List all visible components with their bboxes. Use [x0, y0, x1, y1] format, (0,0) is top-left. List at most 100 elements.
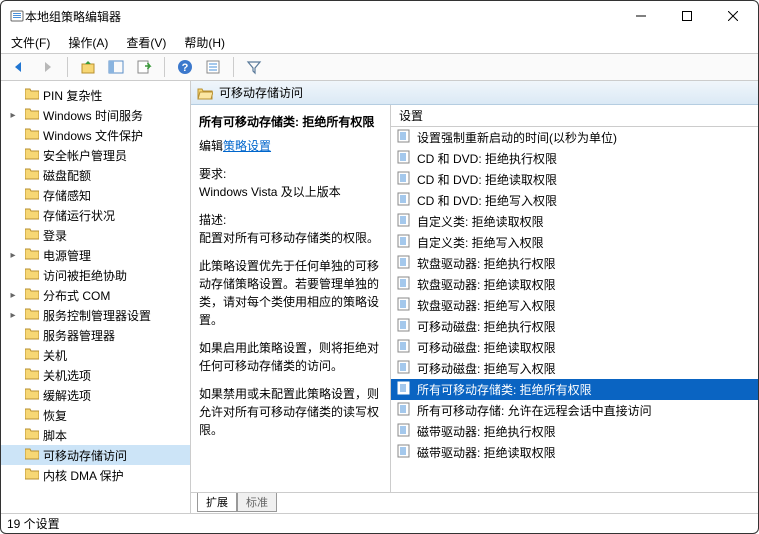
menu-view[interactable]: 查看(V)	[122, 32, 170, 53]
folder-icon	[25, 228, 39, 243]
tree-item-label: 服务控制管理器设置	[43, 307, 151, 324]
list-pane: 设置 设置强制重新启动的时间(以秒为单位)CD 和 DVD: 拒绝执行权限CD …	[391, 105, 758, 492]
requirements-value: Windows Vista 及以上版本	[199, 183, 382, 201]
tree-item[interactable]: 安全帐户管理员	[1, 145, 190, 165]
list-item[interactable]: 可移动磁盘: 拒绝读取权限	[391, 337, 758, 358]
folder-icon	[25, 328, 39, 343]
tree-item-label: 内核 DMA 保护	[43, 467, 124, 484]
folder-icon	[25, 148, 39, 163]
forward-button[interactable]	[35, 55, 59, 79]
policy-list[interactable]: 设置强制重新启动的时间(以秒为单位)CD 和 DVD: 拒绝执行权限CD 和 D…	[391, 127, 758, 492]
expander-icon[interactable]: ▸	[7, 290, 19, 301]
expander-icon[interactable]: ▸	[7, 310, 19, 321]
help-button[interactable]: ?	[173, 55, 197, 79]
content-title: 可移动存储访问	[219, 84, 303, 101]
list-column-header[interactable]: 设置	[391, 105, 758, 127]
tree-item[interactable]: ▸分布式 COM	[1, 285, 190, 305]
tree-item[interactable]: 可移动存储访问	[1, 445, 190, 465]
tree-item[interactable]: 缓解选项	[1, 385, 190, 405]
tree-item[interactable]: Windows 文件保护	[1, 125, 190, 145]
tree-item-label: Windows 文件保护	[43, 127, 143, 144]
description-body: 配置对所有可移动存储类的权限。	[199, 229, 382, 247]
close-button[interactable]	[710, 2, 756, 30]
list-item-label: 自定义类: 拒绝写入权限	[417, 234, 544, 251]
policy-icon	[397, 171, 411, 188]
up-button[interactable]	[76, 55, 100, 79]
menu-action[interactable]: 操作(A)	[64, 32, 112, 53]
tree-item[interactable]: 存储感知	[1, 185, 190, 205]
tree-item[interactable]: 访问被拒绝协助	[1, 265, 190, 285]
list-item-label: 磁带驱动器: 拒绝读取权限	[417, 444, 556, 461]
tree-item[interactable]: ▸ 服务控制管理器设置	[1, 305, 190, 325]
policy-icon	[397, 339, 411, 356]
app-icon	[9, 8, 25, 24]
policy-icon	[397, 297, 411, 314]
list-item[interactable]: 可移动磁盘: 拒绝写入权限	[391, 358, 758, 379]
tree-item-label: 安全帐户管理员	[43, 147, 127, 164]
filter-button[interactable]	[242, 55, 266, 79]
tree-item[interactable]: 服务器管理器	[1, 325, 190, 345]
tree-item-label: 关机	[43, 347, 67, 364]
list-item-label: 设置强制重新启动的时间(以秒为单位)	[417, 129, 617, 146]
policy-icon	[397, 234, 411, 251]
description-pane: 所有可移动存储类: 拒绝所有权限 编辑策略设置 要求: Windows Vist…	[191, 105, 391, 492]
folder-icon	[25, 188, 39, 203]
tree-item[interactable]: 关机选项	[1, 365, 190, 385]
tree-item[interactable]: 内核 DMA 保护	[1, 465, 190, 485]
policy-icon	[397, 192, 411, 209]
tab-standard[interactable]: 标准	[237, 493, 277, 512]
tree-item[interactable]: ▸Windows 时间服务	[1, 105, 190, 125]
list-item[interactable]: 磁带驱动器: 拒绝执行权限	[391, 421, 758, 442]
edit-policy-link[interactable]: 策略设置	[223, 139, 271, 153]
requirements-label: 要求:	[199, 165, 382, 183]
expander-icon[interactable]: ▸	[7, 110, 19, 121]
policy-icon	[397, 213, 411, 230]
list-item[interactable]: 软盘驱动器: 拒绝执行权限	[391, 253, 758, 274]
list-item[interactable]: 设置强制重新启动的时间(以秒为单位)	[391, 127, 758, 148]
tree-item[interactable]: 脚本	[1, 425, 190, 445]
list-item[interactable]: 软盘驱动器: 拒绝写入权限	[391, 295, 758, 316]
menu-help[interactable]: 帮助(H)	[180, 32, 229, 53]
list-item[interactable]: CD 和 DVD: 拒绝读取权限	[391, 169, 758, 190]
list-item[interactable]: CD 和 DVD: 拒绝写入权限	[391, 190, 758, 211]
tree-item-label: 服务器管理器	[43, 327, 115, 344]
tree-item[interactable]: 磁盘配额	[1, 165, 190, 185]
list-item[interactable]: 所有可移动存储类: 拒绝所有权限	[391, 379, 758, 400]
toolbar: ?	[1, 53, 758, 81]
app-window: 本地组策略编辑器 文件(F) 操作(A) 查看(V) 帮助(H) ? PIN 复…	[0, 0, 759, 534]
maximize-button[interactable]	[664, 2, 710, 30]
properties-button[interactable]	[201, 55, 225, 79]
tree-item[interactable]: ▸电源管理	[1, 245, 190, 265]
folder-icon	[25, 348, 39, 363]
svg-text:?: ?	[182, 62, 189, 74]
policy-icon	[397, 423, 411, 440]
list-item[interactable]: 自定义类: 拒绝读取权限	[391, 211, 758, 232]
minimize-button[interactable]	[618, 2, 664, 30]
tab-extended[interactable]: 扩展	[197, 493, 237, 512]
back-button[interactable]	[7, 55, 31, 79]
content-header: 可移动存储访问	[191, 81, 758, 105]
tree-item[interactable]: 存储运行状况	[1, 205, 190, 225]
folder-icon	[25, 308, 39, 323]
list-item[interactable]: 磁带驱动器: 拒绝读取权限	[391, 442, 758, 463]
tree-item[interactable]: PIN 复杂性	[1, 85, 190, 105]
menu-file[interactable]: 文件(F)	[7, 32, 54, 53]
tree-pane[interactable]: PIN 复杂性▸Windows 时间服务 Windows 文件保护 安全帐户管理…	[1, 81, 191, 513]
tree-item-label: 登录	[43, 227, 67, 244]
list-item[interactable]: 软盘驱动器: 拒绝读取权限	[391, 274, 758, 295]
tree-item[interactable]: 登录	[1, 225, 190, 245]
export-button[interactable]	[132, 55, 156, 79]
folder-icon	[25, 168, 39, 183]
policy-icon	[397, 402, 411, 419]
tree-item-label: 存储感知	[43, 187, 91, 204]
folder-icon	[25, 408, 39, 423]
folder-icon	[25, 248, 39, 263]
list-item[interactable]: CD 和 DVD: 拒绝执行权限	[391, 148, 758, 169]
expander-icon[interactable]: ▸	[7, 250, 19, 261]
list-item[interactable]: 所有可移动存储: 允许在远程会话中直接访问	[391, 400, 758, 421]
tree-item[interactable]: 关机	[1, 345, 190, 365]
list-item[interactable]: 可移动磁盘: 拒绝执行权限	[391, 316, 758, 337]
list-item[interactable]: 自定义类: 拒绝写入权限	[391, 232, 758, 253]
show-hide-tree-button[interactable]	[104, 55, 128, 79]
tree-item[interactable]: 恢复	[1, 405, 190, 425]
